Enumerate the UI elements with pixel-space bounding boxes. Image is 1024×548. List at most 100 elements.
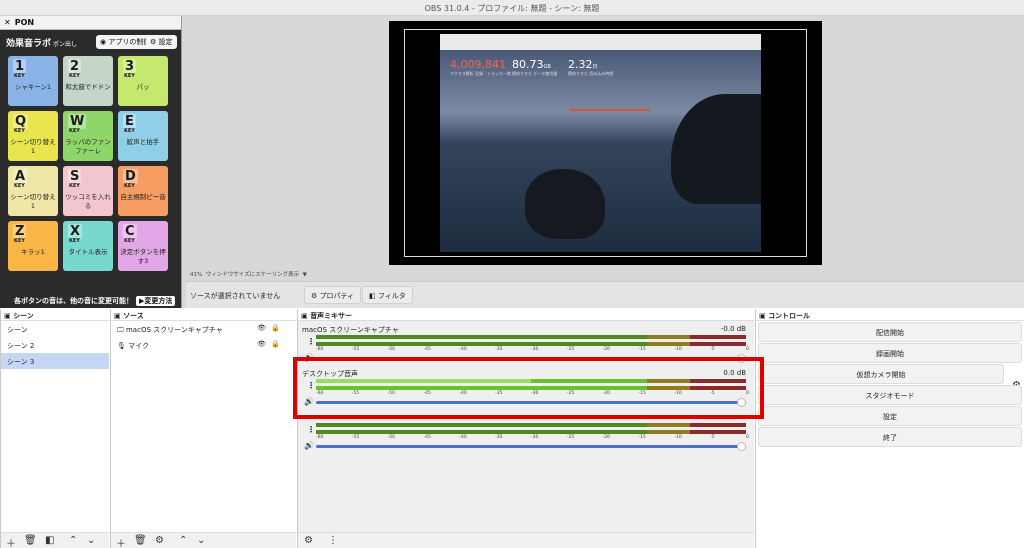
sound-key[interactable]: E KEY 歓声と拍手: [118, 111, 168, 161]
chevron-down-icon[interactable]: ▼: [303, 272, 307, 278]
stat-1-value: 80.73: [512, 58, 544, 71]
channel-name: macOS スクリーンキャプチャ: [302, 326, 399, 334]
settings-button[interactable]: ⚙ 設定: [146, 35, 177, 49]
gear-icon: ⚙: [311, 292, 318, 300]
no-source-label: ソースが選択されていません: [190, 292, 281, 300]
sound-key[interactable]: Z KEY キラッ1: [8, 221, 58, 271]
level-meter: [316, 335, 746, 339]
scene-item[interactable]: シーン 2: [1, 337, 109, 353]
tick-label: -25: [566, 347, 575, 352]
key-sound-name: シーン切り替え1: [10, 138, 56, 155]
sources-footer: ＋ 🗑 ⚙ ⌃ ⌄: [111, 532, 296, 548]
source-item[interactable]: 🖵 macOS スクリーンキャプチャ 👁 🔒: [111, 321, 296, 337]
key-sound-name: 歓声と拍手: [126, 138, 160, 146]
control-button[interactable]: 配信開始: [758, 322, 1022, 342]
scenes-dock: ▣ シーン シーン シーン 2 シーン 3 ＋ 🗑 ◧ ⌃ ⌄: [0, 309, 109, 548]
sound-key[interactable]: Q KEY シーン切り替え1: [8, 111, 58, 161]
sound-key[interactable]: 2 KEY 和太鼓でドドン: [63, 56, 113, 106]
pon-window: ✕ PON 効果音ラボ ポン出し ◉ アプリの制御 ⚙ 設定 1 KEY シャキーン1 2…: [0, 16, 182, 308]
tick-label: -45: [423, 347, 431, 352]
tick-label: -60: [316, 347, 324, 352]
key-caption: KEY: [69, 128, 80, 134]
microphone-icon: 🎙: [117, 342, 126, 350]
sound-key[interactable]: W KEY ラッパのファンファーレ: [63, 111, 113, 161]
speaker-icon[interactable]: 🔊: [304, 441, 314, 450]
sound-key[interactable]: D KEY 自主規制ピー音: [118, 166, 168, 216]
lock-icon[interactable]: 🔒: [271, 340, 280, 348]
gear-icon[interactable]: ⚙: [155, 535, 164, 546]
control-button[interactable]: 設定: [758, 406, 1022, 426]
chevron-up-icon[interactable]: ⌃: [179, 535, 187, 546]
key-sound-name: キラッ1: [21, 248, 45, 256]
source-item[interactable]: 🎙 マイク 👁 🔒: [111, 337, 296, 353]
tick-label: 0: [746, 435, 749, 440]
more-icon[interactable]: ⋮: [307, 425, 315, 434]
filters-label: フィルタ: [377, 292, 406, 300]
key-letter: Z: [13, 224, 27, 239]
eye-icon[interactable]: 👁: [257, 324, 266, 332]
key-letter: Q: [13, 114, 29, 129]
chevron-down-icon[interactable]: ⌄: [87, 535, 95, 546]
key-caption: KEY: [14, 73, 25, 79]
add-icon[interactable]: ＋: [116, 535, 126, 548]
sound-key[interactable]: 3 KEY パッ: [118, 56, 168, 106]
key-caption: KEY: [14, 238, 25, 244]
sound-key[interactable]: C KEY 決定ボタンを押す3: [118, 221, 168, 271]
tick-label: -55: [351, 435, 360, 440]
volume-slider[interactable]: [316, 442, 746, 451]
change-method-button[interactable]: ▶変更方法: [136, 296, 176, 306]
add-icon[interactable]: ＋: [6, 535, 16, 548]
trash-icon[interactable]: 🗑: [134, 535, 147, 546]
bridge-shape: [570, 109, 650, 127]
tick-label: -50: [387, 435, 396, 440]
scene-item[interactable]: シーン: [1, 321, 109, 337]
eye-icon[interactable]: 👁: [257, 340, 266, 348]
more-icon[interactable]: ⋮: [307, 337, 315, 346]
key-caption: KEY: [69, 73, 80, 79]
control-button[interactable]: スタジオモード: [758, 385, 1022, 405]
controls-header: ▣ コントロール: [756, 309, 1024, 321]
control-button[interactable]: 仮想カメラ開始: [758, 364, 1004, 384]
scenes-header: ▣ シーン: [1, 309, 109, 321]
lock-icon[interactable]: 🔒: [271, 324, 280, 332]
tick-label: -30: [531, 435, 539, 440]
tick-label: -5: [710, 435, 715, 440]
slider-handle[interactable]: [737, 442, 746, 451]
gear-icon: ⚙: [150, 38, 157, 46]
stat-2-label: 節約できた 読み込み時間: [568, 71, 614, 76]
pon-logo-text: 効果音ラボ: [6, 39, 52, 49]
tick-label: -10: [674, 435, 682, 440]
properties-button[interactable]: ⚙ プロパティ: [304, 286, 362, 304]
stat-0-value: 4,009,841: [450, 58, 506, 71]
filter-icon[interactable]: ◧: [45, 535, 54, 546]
window-titlebar: OBS 31.0.4 - プロファイル: 無題 - シーン: 無題: [0, 0, 1024, 16]
sound-key[interactable]: S KEY ツッコミを入れる: [63, 166, 113, 216]
chevron-up-icon[interactable]: ⌃: [69, 535, 77, 546]
tick-label: -40: [459, 435, 467, 440]
tick-label: -35: [495, 347, 503, 352]
more-icon[interactable]: ⋮: [328, 535, 338, 546]
control-buttons: 配信開始録画開始仮想カメラ開始⚙スタジオモード設定終了: [756, 322, 1024, 447]
controls-title: コントロール: [768, 312, 811, 320]
key-caption: KEY: [14, 183, 25, 189]
stat-0: 4,009,841 アクセス解析 記録 - トラッカー数: [450, 58, 511, 77]
stat-2-unit: 日: [592, 64, 598, 70]
chevron-down-icon[interactable]: ⌄: [197, 535, 205, 546]
gear-icon[interactable]: ⚙: [304, 535, 313, 546]
level-meter: [316, 430, 746, 434]
mixer-footer: ⚙ ⋮: [298, 532, 754, 548]
sound-key[interactable]: A KEY シーン切り替え1: [8, 166, 58, 216]
control-button[interactable]: 終了: [758, 427, 1022, 447]
trash-icon[interactable]: 🗑: [24, 535, 37, 546]
scene-item[interactable]: シーン 3: [1, 353, 109, 369]
scale-bar[interactable]: 41% ウィンドウサイズにスケーリング表示 ▼: [186, 269, 1024, 279]
sound-key[interactable]: 1 KEY シャキーン1: [8, 56, 58, 106]
tick-label: -45: [423, 435, 431, 440]
controls-dock: ▣ コントロール 配信開始録画開始仮想カメラ開始⚙スタジオモード設定終了: [755, 309, 1024, 548]
key-sound-name: タイトル表示: [68, 248, 108, 256]
key-sound-name: ラッパのファンファーレ: [65, 138, 111, 155]
filters-button[interactable]: ◧ フィルタ: [362, 286, 413, 304]
close-icon[interactable]: ✕: [4, 18, 11, 27]
control-button[interactable]: 録画開始: [758, 343, 1022, 363]
sound-key[interactable]: X KEY タイトル表示: [63, 221, 113, 271]
